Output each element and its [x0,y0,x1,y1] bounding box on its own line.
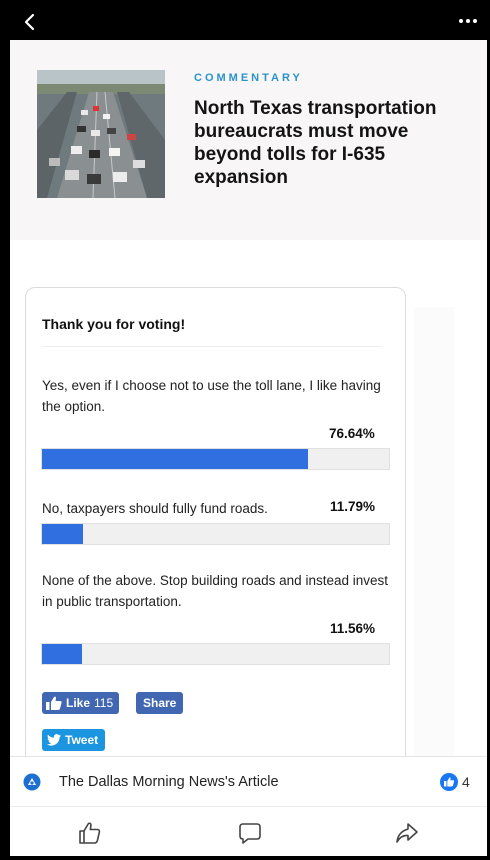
poll-result-bar [41,523,390,545]
top-nav-bar [10,4,487,40]
poll-option-percent: 11.79% [330,499,376,514]
article-preview-card[interactable]: COMMENTARY North Texas transportation bu… [10,40,487,240]
poll-result-bar-fill [42,524,83,544]
reaction-count: 4 [462,774,470,790]
poll-title: Thank you for voting! [42,316,186,332]
poll-result-bar-fill [42,644,83,664]
source-article-link[interactable]: The Dallas Morning News's Article [59,774,279,790]
poll-results-widget: Thank you for voting! Yes, even if I cho… [25,287,406,767]
source-bar[interactable]: The Dallas Morning News's Article 4 [10,756,487,806]
poll-option-percent: 11.56% [330,621,376,636]
share-arrow-icon[interactable] [394,820,420,846]
poll-result-bar-fill [42,449,308,469]
facebook-share-button[interactable]: Share [136,692,184,714]
poll-option-text: Yes, even if I choose not to use the tol… [42,378,381,414]
poll-option-text: None of the above. Stop building roads a… [42,573,388,609]
facebook-like-button[interactable]: Like 115 [42,692,120,714]
thumbs-up-icon [46,696,62,710]
thumbs-up-icon[interactable] [77,820,103,846]
action-bar [10,806,487,856]
poll-result-bar [41,643,390,665]
article-thumbnail[interactable] [37,70,165,198]
comment-bubble-icon[interactable] [237,820,263,846]
article-kicker: COMMENTARY [194,72,303,84]
poll-option-text: No, taxpayers should fully fund roads. [42,501,268,516]
poll-divider [42,346,382,347]
poll-result-bar [41,448,390,470]
like-reaction-icon [440,773,458,791]
poll-option-percent: 76.64% [329,426,375,441]
like-count: 115 [94,696,114,710]
tweet-label: Tweet [65,733,99,747]
like-label: Like [66,696,91,710]
tweet-button[interactable]: Tweet [42,729,106,751]
next-card-peek [414,307,454,767]
article-headline[interactable]: North Texas transportation bureaucrats m… [194,97,464,189]
chevron-left-icon[interactable] [20,12,40,32]
twitter-bird-icon [47,734,61,746]
app-screen: COMMENTARY North Texas transportation bu… [10,4,487,856]
more-dots-icon[interactable] [457,14,479,28]
publisher-logo-icon [23,773,41,791]
highway-photo [37,70,165,198]
